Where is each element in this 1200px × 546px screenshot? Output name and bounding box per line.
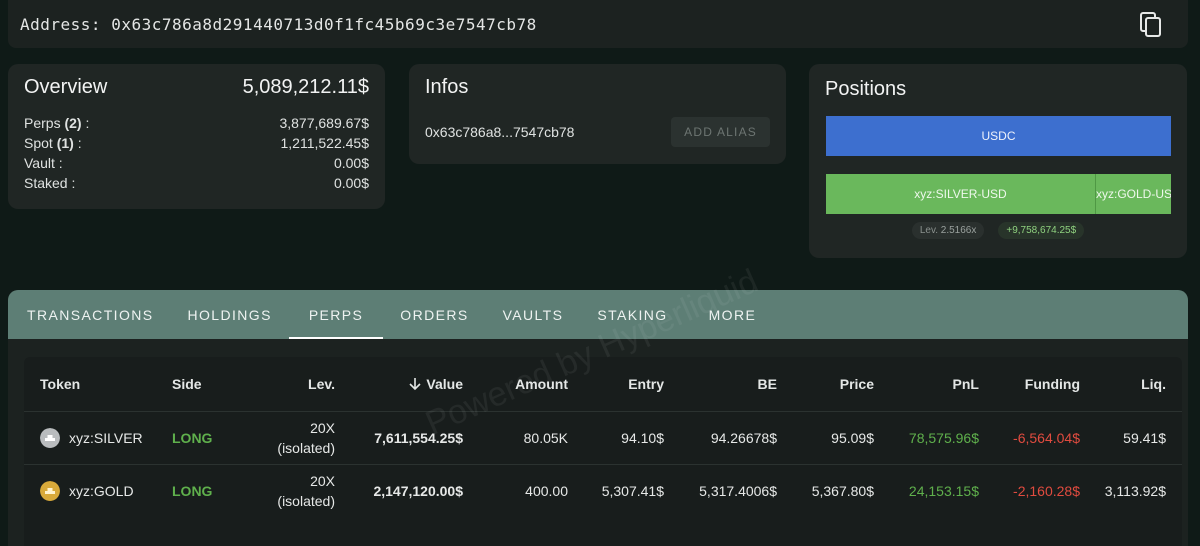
sort-down-icon — [409, 377, 421, 390]
amount-cell: 80.05K — [463, 410, 568, 464]
gold-position-bar[interactable]: xyz:GOLD-USD — [1095, 174, 1171, 214]
tab-bar: TRANSACTIONS HOLDINGS PERPS ORDERS VAULT… — [8, 290, 1188, 339]
address-label: Address: — [20, 14, 102, 34]
table-row[interactable]: xyz:SILVER LONG 20X (isolated) 7,611,554.… — [24, 410, 1182, 464]
col-amount[interactable]: Amount — [463, 357, 568, 411]
funding-cell: -2,160.28$ — [979, 463, 1080, 517]
asset-positions-bar: xyz:SILVER-USD xyz:GOLD-USD — [826, 174, 1171, 214]
side-cell: LONG — [158, 410, 228, 464]
tab-vaults[interactable]: VAULTS — [486, 290, 581, 339]
infos-card: Infos 0x63c786a8...7547cb78 ADD ALIAS — [409, 64, 786, 164]
table-row[interactable]: xyz:GOLD LONG 20X (isolated) 2,147,120.00… — [24, 463, 1182, 517]
entry-cell: 94.10$ — [568, 410, 664, 464]
liq-cell: 59.41$ — [1080, 410, 1182, 464]
liq-cell: 3,113.92$ — [1080, 463, 1182, 517]
copy-icon[interactable] — [1140, 12, 1162, 38]
overview-card: Overview 5,089,212.11$ Perps (2) : 3,877… — [8, 64, 385, 209]
tab-perps[interactable]: PERPS — [288, 290, 384, 339]
address-value[interactable]: 0x63c786a8d291440713d0f1fc45b69c3e7547cb… — [111, 15, 537, 34]
pnl-cell: 78,575.96$ — [874, 410, 979, 464]
tab-staking[interactable]: STAKING — [580, 290, 684, 339]
price-cell: 5,367.80$ — [777, 463, 874, 517]
positions-section: TRANSACTIONS HOLDINGS PERPS ORDERS VAULT… — [8, 290, 1188, 546]
overview-row-perps: Perps (2) : 3,877,689.67$ — [24, 115, 369, 131]
silver-position-bar[interactable]: xyz:SILVER-USD — [826, 174, 1095, 214]
token-name: xyz:GOLD — [69, 482, 134, 499]
funding-cell: -6,564.04$ — [979, 410, 1080, 464]
pnl-cell: 24,153.15$ — [874, 463, 979, 517]
col-funding[interactable]: Funding — [979, 357, 1080, 411]
col-value[interactable]: Value — [335, 357, 463, 411]
usdc-position-bar[interactable]: USDC — [826, 116, 1171, 156]
positions-card: Positions USDC xyz:SILVER-USD xyz:GOLD-U… — [809, 64, 1187, 258]
overview-value: 0.00$ — [333, 175, 369, 191]
col-liq[interactable]: Liq. — [1080, 357, 1182, 411]
leverage-badge: Lev. 2.5166x — [911, 222, 985, 239]
overview-row-staked: Staked : 0.00$ — [24, 175, 369, 191]
col-price[interactable]: Price — [777, 357, 874, 411]
overview-value: 3,877,689.67$ — [279, 115, 369, 131]
col-be[interactable]: BE — [664, 357, 777, 411]
lev-cell: 20X (isolated) — [228, 463, 335, 517]
token-name: xyz:SILVER — [69, 429, 143, 446]
address-text: Address: 0x63c786a8d291440713d0f1fc45b69… — [20, 15, 537, 34]
tab-transactions[interactable]: TRANSACTIONS — [10, 290, 170, 339]
col-pnl[interactable]: PnL — [874, 357, 979, 411]
side-cell: LONG — [158, 463, 228, 517]
overview-total: 5,089,212.11$ — [242, 76, 369, 98]
address-bar: Address: 0x63c786a8d291440713d0f1fc45b69… — [8, 0, 1188, 48]
short-address: 0x63c786a8...7547cb78 — [425, 124, 575, 140]
amount-cell: 400.00 — [463, 463, 568, 517]
overview-row-vault: Vault : 0.00$ — [24, 155, 369, 171]
silver-token-icon — [40, 427, 60, 448]
add-alias-button[interactable]: ADD ALIAS — [671, 117, 770, 147]
value-cell: 2,147,120.00$ — [335, 463, 463, 517]
overview-title: Overview — [24, 76, 108, 98]
table-header-row: Token Side Lev. Value Amount Entry BE Pr… — [24, 357, 1182, 411]
tab-orders[interactable]: ORDERS — [383, 290, 485, 339]
be-cell: 94.26678$ — [664, 410, 777, 464]
col-side[interactable]: Side — [158, 357, 228, 411]
gold-token-icon — [40, 480, 60, 501]
be-cell: 5,317.4006$ — [664, 463, 777, 517]
col-lev[interactable]: Lev. — [228, 357, 335, 411]
tab-holdings[interactable]: HOLDINGS — [170, 290, 288, 339]
price-cell: 95.09$ — [777, 410, 874, 464]
perps-table: Token Side Lev. Value Amount Entry BE Pr… — [24, 357, 1182, 546]
pnl-badge: +9,758,674.25$ — [998, 222, 1085, 239]
col-entry[interactable]: Entry — [568, 357, 664, 411]
overview-row-spot: Spot (1) : 1,211,522.45$ — [24, 135, 370, 151]
overview-value: 1,211,522.45$ — [280, 135, 370, 151]
infos-title: Infos — [425, 76, 469, 98]
value-cell: 7,611,554.25$ — [335, 410, 463, 464]
lev-cell: 20X (isolated) — [228, 410, 335, 464]
overview-value: 0.00$ — [333, 155, 369, 171]
col-token[interactable]: Token — [24, 357, 158, 411]
entry-cell: 5,307.41$ — [568, 463, 664, 517]
tab-more[interactable]: MORE — [685, 290, 774, 339]
positions-title: Positions — [825, 78, 907, 100]
